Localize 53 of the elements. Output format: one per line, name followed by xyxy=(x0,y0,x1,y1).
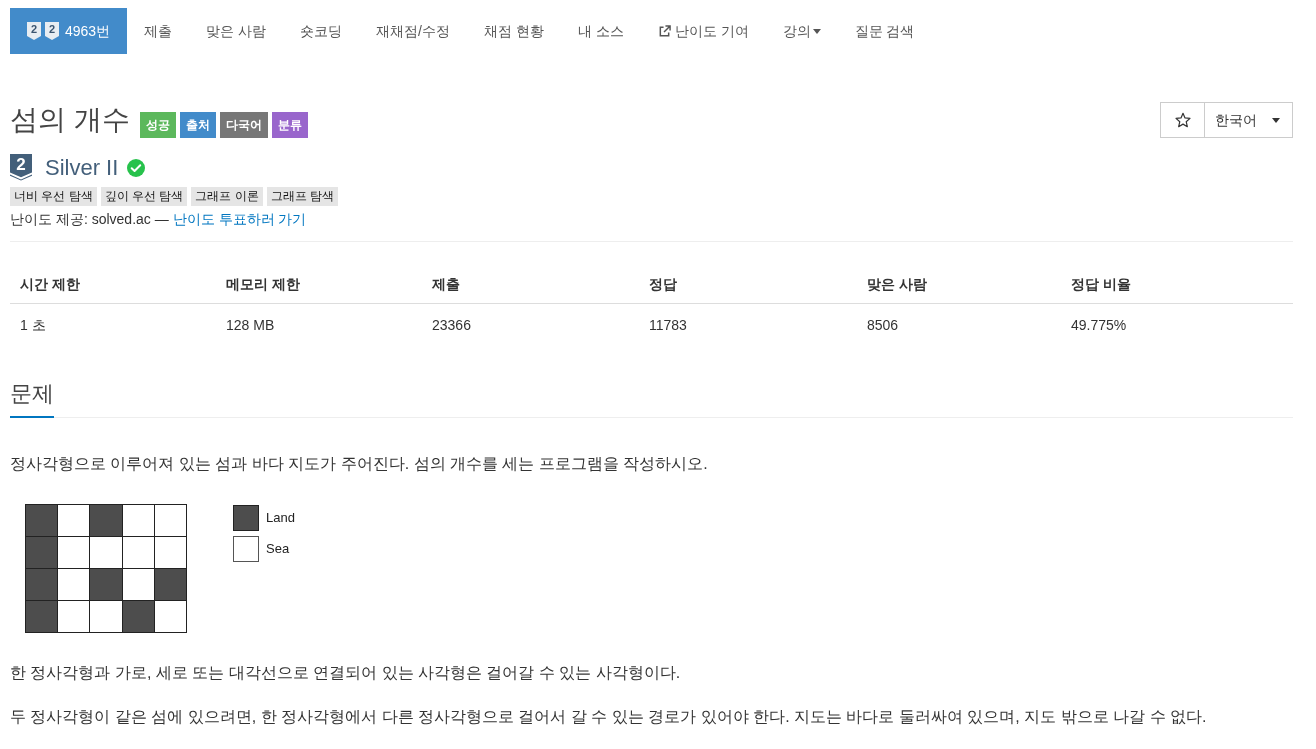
nav-dropdown[interactable]: 강의 xyxy=(765,8,838,54)
table-cell-text: 11783 xyxy=(648,315,688,335)
legend-label: Sea xyxy=(266,540,290,559)
tier-badge: 2 xyxy=(45,22,59,40)
caret-icon xyxy=(1272,117,1280,123)
problem-label[interactable]: 출처 xyxy=(179,112,216,138)
table-cell-text: 8506 xyxy=(866,315,900,335)
column-header: 시간 제한 xyxy=(19,275,81,294)
table-cell-text: 23366 xyxy=(431,315,472,335)
land-swatch-icon xyxy=(233,505,259,531)
tier-badge: 2 xyxy=(27,22,41,40)
column-header: 메모리 제한 xyxy=(225,275,301,294)
nav-link[interactable]: 채점 현황 xyxy=(466,8,561,54)
algorithm-tag[interactable]: 그래프 탐색 xyxy=(266,187,339,206)
algorithm-tag[interactable]: 그래프 이론 xyxy=(191,187,263,206)
problem-tab[interactable]: 2 2 4963번 xyxy=(10,8,128,54)
column-header: 정답 비율 xyxy=(1070,275,1132,294)
tier-name: Silver II xyxy=(45,153,119,182)
nav-link[interactable]: 내 소스 xyxy=(560,8,641,54)
legend-label: Land xyxy=(266,509,295,528)
problem-label[interactable]: 다국어 xyxy=(219,112,268,138)
problem-paragraph: 정사각형으로 이루어져 있는 섬과 바다 지도가 주어진다. 섬의 개수를 세는 프로그램을 작성하시오. xyxy=(10,454,709,474)
nav-link[interactable]: 재채점/수정 xyxy=(359,8,467,54)
algorithm-tag[interactable]: 깊이 우선 탐색 xyxy=(100,187,188,206)
sea-swatch-icon xyxy=(233,536,259,562)
vote-link[interactable]: 난이도 투표하러 가기 xyxy=(172,208,307,230)
nav-link-label: 난이도 기여 xyxy=(674,21,749,41)
column-header: 제출 xyxy=(431,275,461,294)
caret-icon xyxy=(812,28,821,34)
nav-link[interactable]: 숏코딩 xyxy=(283,8,360,54)
section-heading: 문제 xyxy=(10,379,54,418)
column-header: 맞은 사람 xyxy=(866,275,928,294)
nav-link[interactable]: 제출 xyxy=(127,8,190,54)
problem-title: 섬의 개수 xyxy=(10,103,130,137)
star-icon xyxy=(1174,112,1191,128)
star-button[interactable] xyxy=(1160,102,1205,138)
external-link-icon xyxy=(657,24,671,38)
nav-link[interactable]: 질문 검색 xyxy=(837,8,932,54)
algorithm-tag[interactable]: 너비 우선 탐색 xyxy=(10,187,97,206)
nav-link[interactable]: 난이도 기여 xyxy=(640,8,766,54)
language-dropdown[interactable]: 한국어 xyxy=(1205,102,1293,138)
nav-link[interactable]: 맞은 사람 xyxy=(189,8,284,54)
problem-paragraph: 두 정사각형이 같은 섬에 있으려면, 한 정사각형에서 다른 정사각형으로 걸어서 갈 수 있는 경로가 있어야 한다. 지도는 바다로 둘러싸여 있으며, 지도 밖으로 나갈 수 없다. xyxy=(10,707,1208,727)
difficulty-credit: 난이도 제공: solved.ac — xyxy=(10,209,169,229)
language-label: 한국어 xyxy=(1215,110,1257,130)
table-cell-text: 128 MB xyxy=(225,315,276,335)
column-header: 정답 xyxy=(648,275,678,294)
tab-label: 4963번 xyxy=(65,21,111,41)
problem-label[interactable]: 분류 xyxy=(271,112,308,138)
table-cell-text: 49.775% xyxy=(1070,315,1128,335)
table-cell-text: 1 초 xyxy=(19,315,47,335)
nav-link-label: 강의 xyxy=(782,21,811,41)
problem-paragraph: 한 정사각형과 가로, 세로 또는 대각선으로 연결되어 있는 사각형은 걸어갈 수 있는 사각형이다. xyxy=(10,663,682,683)
